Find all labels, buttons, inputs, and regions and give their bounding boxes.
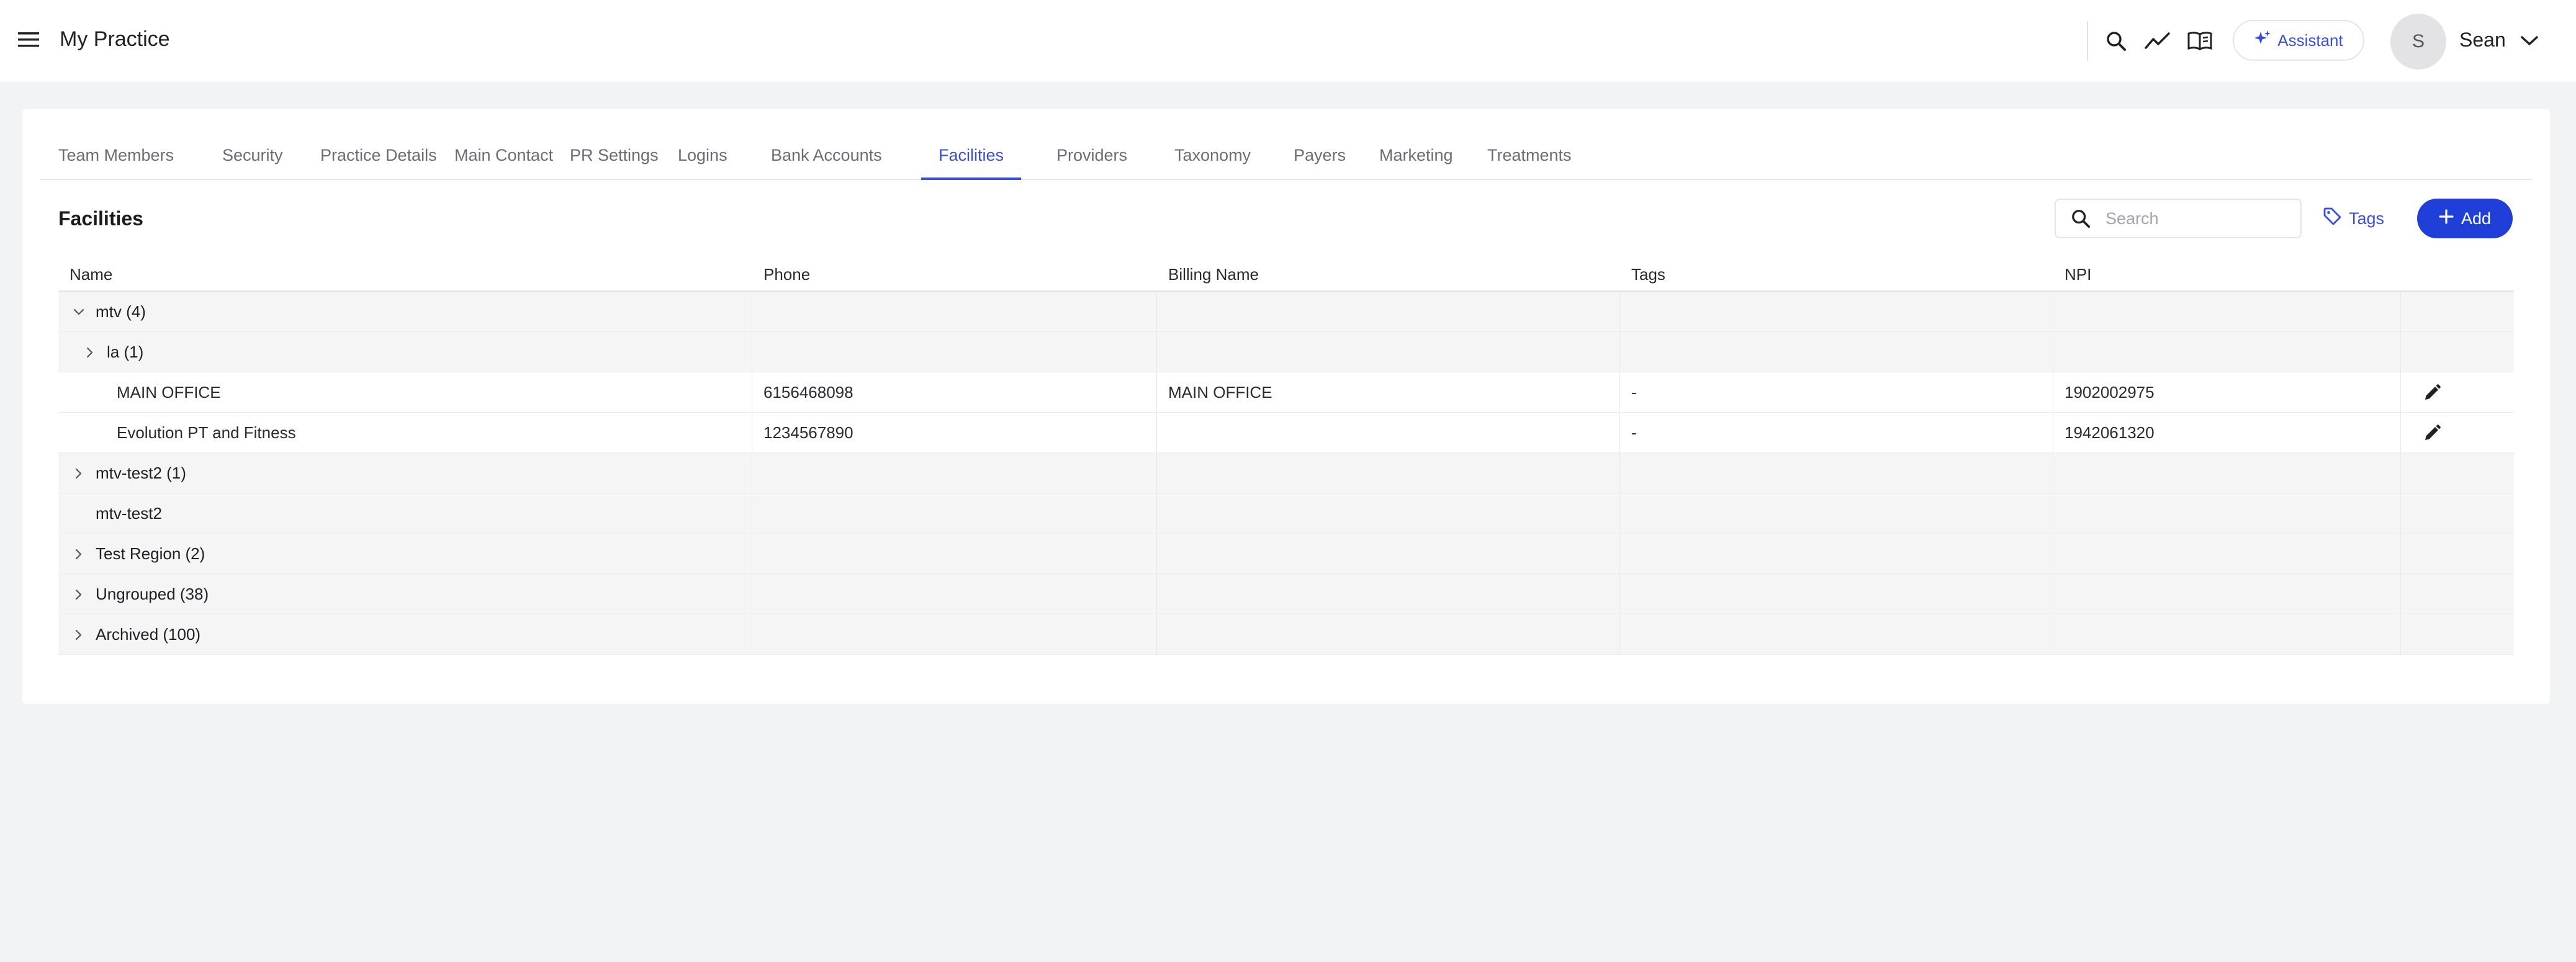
facility-phone: 1234567890 [752, 413, 1157, 453]
add-facility-button[interactable]: Add [2417, 199, 2513, 238]
tab-taxonomy[interactable]: Taxonomy [1157, 138, 1268, 180]
settings-tabs: Team Members Security Practice Details M… [40, 138, 2533, 180]
table-row[interactable]: la (1) [58, 332, 2514, 372]
group-label: mtv-test2 [96, 504, 162, 523]
group-label: la (1) [107, 343, 144, 361]
facility-tags: - [1620, 372, 2053, 413]
tab-facilities[interactable]: Facilities [921, 138, 1022, 180]
group-label: mtv (4) [96, 302, 146, 321]
table-row[interactable]: MAIN OFFICE 6156468098 MAIN OFFICE - 190… [58, 372, 2514, 413]
tab-team-members[interactable]: Team Members [41, 138, 191, 180]
tags-label: Tags [2349, 209, 2385, 228]
analytics-trend-icon[interactable] [2141, 25, 2174, 57]
column-header-billing-name[interactable]: Billing Name [1157, 261, 1620, 290]
tab-logins[interactable]: Logins [660, 138, 745, 180]
tab-treatments[interactable]: Treatments [1470, 138, 1589, 180]
top-app-bar: My Practice Assistant S Sean [0, 0, 2576, 82]
assistant-button[interactable]: Assistant [2233, 20, 2364, 61]
facility-phone: 6156468098 [752, 372, 1157, 413]
chevron-down-icon[interactable] [2516, 27, 2543, 55]
tab-payers[interactable]: Payers [1276, 138, 1363, 180]
topbar-divider [2087, 21, 2088, 61]
avatar[interactable]: S [2390, 14, 2446, 70]
table-row[interactable]: Test Region (2) [58, 534, 2514, 574]
tab-bank-accounts[interactable]: Bank Accounts [754, 138, 899, 180]
facility-name: MAIN OFFICE [58, 372, 752, 413]
tags-button[interactable]: Tags [2323, 202, 2384, 235]
facility-tags: - [1620, 413, 2053, 453]
search-input[interactable] [2105, 209, 2292, 228]
table-row[interactable]: Archived (100) [58, 614, 2514, 655]
facility-npi: 1942061320 [2053, 413, 2401, 453]
search-icon[interactable] [2100, 25, 2132, 57]
facility-billing-name: MAIN OFFICE [1157, 372, 1620, 413]
tab-security[interactable]: Security [205, 138, 300, 180]
chevron-right-icon[interactable] [81, 343, 99, 362]
tab-practice-details[interactable]: Practice Details [303, 138, 454, 180]
facility-name: Evolution PT and Fitness [58, 413, 752, 453]
user-name[interactable]: Sean [2459, 29, 2506, 52]
plus-icon [2439, 209, 2454, 228]
column-header-actions [2401, 261, 2514, 290]
table-row[interactable]: Ungrouped (38) [58, 574, 2514, 614]
sparkle-icon [2254, 30, 2271, 52]
facilities-card: Team Members Security Practice Details M… [22, 109, 2550, 704]
table-row[interactable]: Evolution PT and Fitness 1234567890 - 19… [58, 413, 2514, 453]
facilities-table: Name Phone Billing Name Tags NPI mtv (4) [58, 261, 2514, 655]
tag-icon [2323, 207, 2343, 231]
tab-marketing[interactable]: Marketing [1362, 138, 1470, 180]
table-header: Name Phone Billing Name Tags NPI [58, 261, 2514, 292]
table-row[interactable]: mtv-test2 [58, 493, 2514, 534]
group-label: Test Region (2) [96, 544, 205, 563]
column-header-phone[interactable]: Phone [752, 261, 1157, 290]
add-label: Add [2461, 209, 2492, 228]
table-row[interactable]: mtv (4) [58, 292, 2514, 332]
app-title: My Practice [60, 27, 170, 51]
facility-billing-name [1157, 413, 1620, 453]
tab-providers[interactable]: Providers [1039, 138, 1145, 180]
search-icon [2056, 209, 2105, 228]
group-label: Ungrouped (38) [96, 585, 209, 603]
column-header-npi[interactable]: NPI [2053, 261, 2401, 290]
edit-pencil-icon[interactable] [2420, 421, 2444, 446]
chevron-down-icon[interactable] [70, 303, 88, 321]
tab-pr-settings[interactable]: PR Settings [552, 138, 676, 180]
column-header-tags[interactable]: Tags [1620, 261, 2053, 290]
section-title: Facilities [58, 207, 143, 230]
book-icon[interactable] [2184, 25, 2216, 57]
column-header-name[interactable]: Name [58, 261, 752, 290]
group-label: Archived (100) [96, 625, 201, 644]
chevron-right-icon[interactable] [70, 585, 88, 604]
edit-pencil-icon[interactable] [2420, 380, 2444, 405]
hamburger-menu-icon[interactable] [15, 26, 42, 53]
chevron-right-icon[interactable] [70, 545, 88, 564]
tab-main-contact[interactable]: Main Contact [437, 138, 570, 180]
chevron-right-icon[interactable] [70, 626, 88, 644]
search-field[interactable] [2055, 199, 2302, 238]
group-label: mtv-test2 (1) [96, 464, 186, 482]
table-row[interactable]: mtv-test2 (1) [58, 453, 2514, 493]
facility-npi: 1902002975 [2053, 372, 2401, 413]
assistant-label: Assistant [2277, 30, 2343, 50]
chevron-right-icon[interactable] [70, 464, 88, 483]
